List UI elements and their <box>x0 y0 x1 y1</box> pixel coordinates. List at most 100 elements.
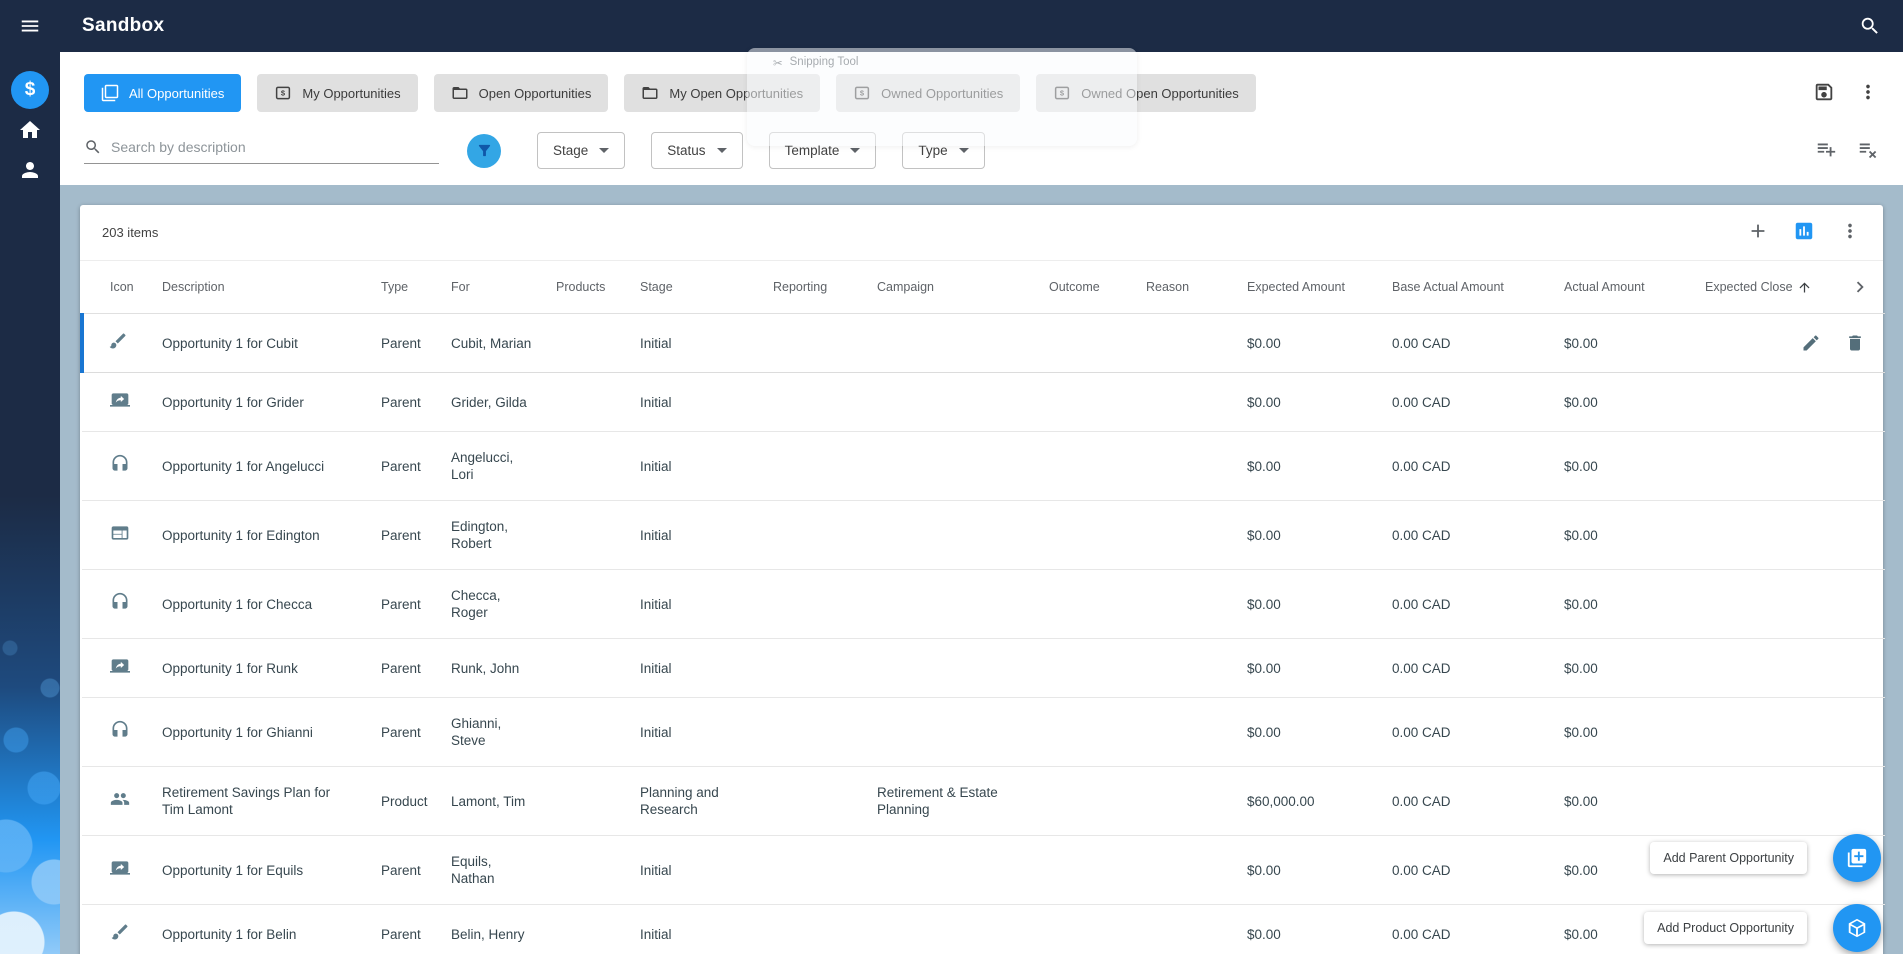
list-add-button[interactable] <box>1815 138 1837 163</box>
cell-base-actual-amount: 0.00 CAD <box>1392 313 1564 373</box>
add-parent-opportunity-fab[interactable] <box>1833 834 1881 882</box>
tab-label: All Opportunities <box>129 85 225 101</box>
cell-base-actual-amount: 0.00 CAD <box>1392 904 1564 954</box>
sidebar-item-home[interactable] <box>0 110 60 150</box>
cell-actual-amount: $0.00 <box>1564 697 1705 767</box>
cell-description: Retirement Savings Plan for Tim Lamont <box>162 766 381 836</box>
snipping-tool-label: Snipping Tool <box>789 56 859 68</box>
cell-reason <box>1146 835 1247 905</box>
cell-expected-close <box>1705 431 1885 501</box>
cell-expected-close <box>1705 313 1885 373</box>
cell-reporting <box>773 372 877 432</box>
tab-open-opportunities[interactable]: Open Opportunities <box>433 74 609 112</box>
brush-icon <box>110 922 130 942</box>
cell-outcome <box>1049 372 1146 432</box>
scroll-right-icon[interactable] <box>1849 276 1871 298</box>
edit-row-button[interactable] <box>1801 333 1821 353</box>
cell-type: Parent <box>381 697 451 767</box>
table-row[interactable]: Opportunity 1 for Edington Parent Edington… <box>82 500 1885 570</box>
column-header-expected-amount[interactable]: Expected Amount <box>1247 261 1392 314</box>
save-view-button[interactable] <box>1813 81 1835 106</box>
brush-icon <box>108 331 128 351</box>
sidebar-item-opportunities[interactable]: $ <box>0 70 60 110</box>
column-header-stage[interactable]: Stage <box>640 261 773 314</box>
add-button[interactable] <box>1747 220 1769 245</box>
cell-stage: Planning and Research <box>640 766 773 836</box>
filter-button[interactable] <box>467 133 501 168</box>
cell-products <box>556 569 640 639</box>
column-header-expected-close[interactable]: Expected Close <box>1705 261 1885 314</box>
cell-type: Product <box>381 766 451 836</box>
card-menu-button[interactable] <box>1839 220 1861 245</box>
column-header-reporting[interactable]: Reporting <box>773 261 877 314</box>
cell-icon <box>82 500 162 570</box>
table-row[interactable]: Opportunity 1 for Angelucci Parent Angeluc… <box>82 431 1885 501</box>
filter-dropdown-stage[interactable]: Stage <box>537 132 626 169</box>
table-row[interactable]: Opportunity 1 for Cubit Parent Cubit, Mari… <box>80 313 1885 373</box>
tab-all-opportunities[interactable]: All Opportunities <box>84 74 242 112</box>
table-row[interactable]: Opportunity 1 for Equils Parent Equils, Na… <box>82 835 1885 905</box>
column-label: Type <box>381 280 409 294</box>
cell-stage: Initial <box>640 697 773 767</box>
sidebar-item-account[interactable] <box>0 150 60 190</box>
cell-reporting <box>773 313 877 373</box>
cell-campaign <box>877 835 1049 905</box>
cell-products <box>556 766 640 836</box>
cell-base-actual-amount: 0.00 CAD <box>1392 766 1564 836</box>
more-vert-icon <box>1839 220 1861 242</box>
search-input[interactable] <box>111 138 439 155</box>
cell-for: Edington, Robert <box>451 500 556 570</box>
filter-icon <box>476 142 493 159</box>
filter-dropdown-status[interactable]: Status <box>651 132 743 169</box>
column-header-campaign[interactable]: Campaign <box>877 261 1049 314</box>
screen-icon <box>110 390 130 410</box>
list-clear-button[interactable] <box>1857 138 1879 163</box>
column-label: Reporting <box>773 280 828 294</box>
column-header-reason[interactable]: Reason <box>1146 261 1247 314</box>
cell-description: Opportunity 1 for Equils <box>162 835 381 905</box>
sidebar: $ <box>0 0 60 954</box>
column-header-actual-amount[interactable]: Actual Amount <box>1564 261 1705 314</box>
table-row[interactable]: Opportunity 1 for Grider Parent Grider, Gi… <box>82 372 1885 432</box>
column-header-outcome[interactable]: Outcome <box>1049 261 1146 314</box>
column-header-for[interactable]: For <box>451 261 556 314</box>
table-row[interactable]: Opportunity 1 for Ghianni Parent Ghianni, … <box>82 697 1885 767</box>
add-product-opportunity-fab[interactable] <box>1833 904 1881 952</box>
column-header-icon[interactable]: Icon <box>82 261 162 314</box>
cell-for: Checca, Roger <box>451 569 556 639</box>
menu-button[interactable] <box>0 0 60 52</box>
chart-view-button[interactable] <box>1793 220 1815 245</box>
table-row[interactable]: Opportunity 1 for Checca Parent Checca, Ro… <box>82 569 1885 639</box>
cell-type: Parent <box>381 431 451 501</box>
cell-stage: Initial <box>640 372 773 432</box>
toolbar-menu-button[interactable] <box>1857 81 1879 106</box>
column-header-type[interactable]: Type <box>381 261 451 314</box>
scissors-icon: ✂ <box>773 58 783 70</box>
chevron-down-icon <box>958 148 969 153</box>
delete-row-button[interactable] <box>1845 333 1865 353</box>
cell-reason <box>1146 638 1247 698</box>
table-row[interactable]: Opportunity 1 for Runk Parent Runk, John In… <box>82 638 1885 698</box>
cell-base-actual-amount: 0.00 CAD <box>1392 569 1564 639</box>
add-product-icon <box>1846 917 1868 939</box>
content-area: 203 items Icon Description Type For Prod… <box>60 185 1903 954</box>
column-header-description[interactable]: Description <box>162 261 381 314</box>
cell-expected-amount: $0.00 <box>1247 835 1392 905</box>
cell-outcome <box>1049 569 1146 639</box>
cell-base-actual-amount: 0.00 CAD <box>1392 638 1564 698</box>
cell-expected-amount: $0.00 <box>1247 904 1392 954</box>
cell-campaign <box>877 697 1049 767</box>
global-search-button[interactable] <box>1859 15 1881 37</box>
search-icon <box>84 138 102 156</box>
table-row[interactable]: Retirement Savings Plan for Tim Lamont Pr… <box>82 766 1885 836</box>
cell-icon <box>82 569 162 639</box>
column-header-base-actual-amount[interactable]: Base Actual Amount <box>1392 261 1564 314</box>
column-header-products[interactable]: Products <box>556 261 640 314</box>
cell-reporting <box>773 569 877 639</box>
cell-reason <box>1146 500 1247 570</box>
cell-base-actual-amount: 0.00 CAD <box>1392 372 1564 432</box>
sidebar-apps: $ <box>0 70 60 110</box>
tab-my-opportunities[interactable]: $ My Opportunities <box>257 74 418 112</box>
table-row[interactable]: Opportunity 1 for Belin Parent Belin, Henr… <box>82 904 1885 954</box>
playlist-remove-icon <box>1857 138 1879 160</box>
